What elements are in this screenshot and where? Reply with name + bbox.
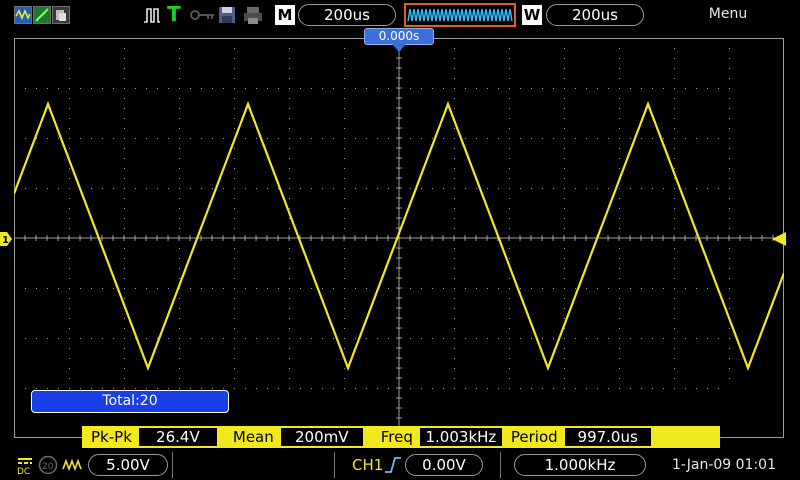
- rising-edge-icon[interactable]: [384, 455, 402, 475]
- meas-value-period: 997.0us: [564, 428, 651, 446]
- bandwidth-limit-icon[interactable]: 20: [38, 455, 58, 475]
- total-count-box: Total:20: [31, 390, 229, 413]
- status-divider: [500, 452, 501, 478]
- run-stop-icon[interactable]: [142, 5, 162, 25]
- meas-value-freq: 1.003kHz: [419, 428, 502, 446]
- graticule: [12, 37, 786, 439]
- measurement-strip: Pk-Pk 26.4V Mean 200mV Freq 1.003kHz Per…: [82, 426, 720, 448]
- save-disk-icon[interactable]: [217, 5, 237, 25]
- trigger-position-label[interactable]: 0.000s: [364, 28, 434, 45]
- usb-key-icon: [190, 7, 216, 23]
- window-timebase-value[interactable]: 200us: [546, 4, 644, 26]
- persistence-icon[interactable]: [52, 6, 70, 24]
- printer-icon[interactable]: [242, 5, 264, 25]
- meas-label-pkpk: Pk-Pk: [91, 428, 132, 446]
- window-badge: W: [522, 5, 542, 25]
- bandwidth-label: 20: [42, 462, 54, 472]
- meas-label-period: Period: [510, 428, 558, 446]
- waveform-mode-icon[interactable]: [14, 6, 32, 24]
- timebase-badge: M: [275, 5, 295, 25]
- probe-waveform-icon: [62, 455, 84, 475]
- trigger-level-value[interactable]: 0.00V: [405, 454, 483, 476]
- meas-value-pkpk: 26.4V: [138, 428, 217, 446]
- memory-waveform-indicator: [404, 3, 516, 27]
- volts-per-div-value[interactable]: 5.00V: [88, 454, 168, 476]
- status-divider: [172, 452, 173, 478]
- trigger-level-marker[interactable]: [772, 231, 786, 246]
- status-divider: [334, 452, 335, 478]
- date-time: 1-Jan-09 01:01: [672, 457, 776, 473]
- svg-text:1: 1: [2, 235, 9, 246]
- waveform-display: [12, 37, 786, 439]
- vectors-icon[interactable]: [33, 6, 51, 24]
- trigger-source-label[interactable]: CH1: [352, 456, 383, 474]
- meas-label-mean: Mean: [232, 428, 274, 446]
- timebase-value[interactable]: 200us: [298, 4, 396, 26]
- meas-label-freq: Freq: [380, 428, 413, 446]
- ch1-ground-marker[interactable]: 1: [0, 231, 12, 246]
- trigger-frequency-value: 1.000kHz: [514, 454, 646, 476]
- trigger-position-arrow: [392, 44, 406, 52]
- top-toolbar: T M 200us W 200us Menu: [0, 0, 800, 30]
- trigger-icon: T: [167, 2, 181, 26]
- dc-coupling-icon[interactable]: DC: [16, 455, 34, 477]
- meas-value-mean: 200mV: [280, 428, 363, 446]
- menu-button[interactable]: Menu: [700, 6, 756, 22]
- coupling-label: DC: [17, 467, 30, 475]
